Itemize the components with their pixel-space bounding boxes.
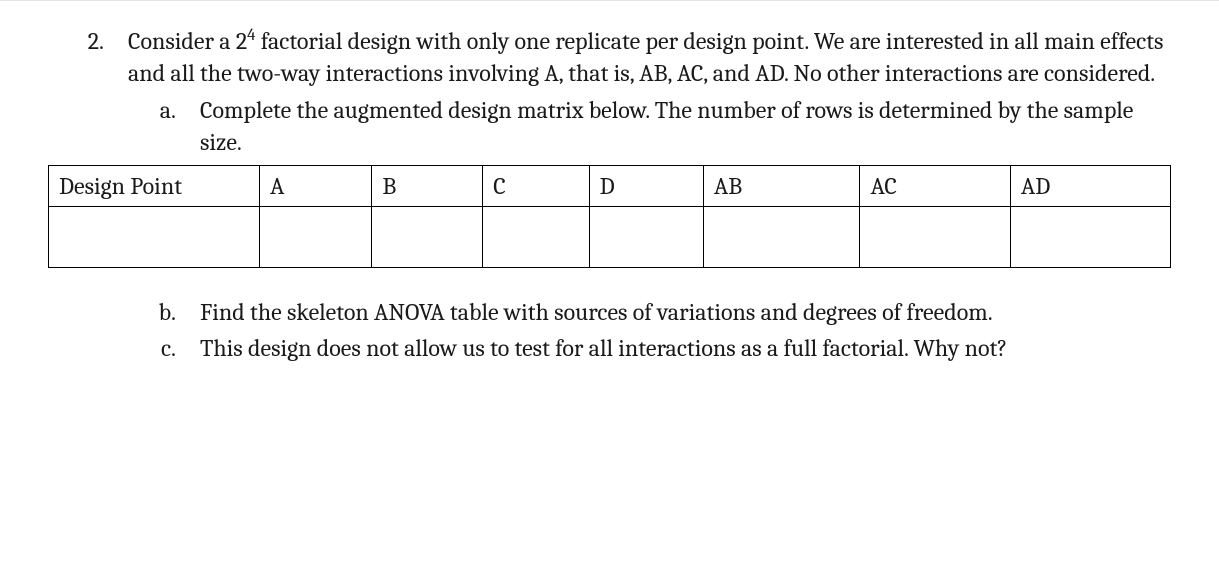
table-header-row: Design Point A B C D AB AC AD xyxy=(49,165,1171,206)
empty-cell xyxy=(49,206,260,267)
empty-cell xyxy=(703,206,860,267)
part-c-text: This design does not allow us to test fo… xyxy=(200,332,1171,364)
part-a-text: Complete the augmented design matrix bel… xyxy=(200,94,1171,159)
part-b: b. Find the skeleton ANOVA table with so… xyxy=(136,296,1171,328)
document-page: 2. Consider a 24 factorial design with o… xyxy=(0,0,1219,409)
col-a: A xyxy=(260,165,372,206)
part-a: a. Complete the augmented design matrix … xyxy=(136,94,1171,159)
part-c-marker: c. xyxy=(136,332,200,364)
question-text: Consider a 24 factorial design with only… xyxy=(128,25,1171,90)
col-ac: AC xyxy=(860,165,1010,206)
empty-cell xyxy=(260,206,372,267)
col-d: D xyxy=(589,165,703,206)
col-ad: AD xyxy=(1010,165,1170,206)
col-design-point: Design Point xyxy=(49,165,260,206)
part-b-text: Find the skeleton ANOVA table with sourc… xyxy=(200,296,1171,328)
empty-cell xyxy=(372,206,483,267)
question-item: 2. Consider a 24 factorial design with o… xyxy=(48,25,1171,90)
part-b-marker: b. xyxy=(136,296,200,328)
empty-cell xyxy=(860,206,1010,267)
empty-cell xyxy=(589,206,703,267)
question-number: 2. xyxy=(48,25,128,90)
sub-parts: a. Complete the augmented design matrix … xyxy=(48,94,1171,159)
part-c: c. This design does not allow us to test… xyxy=(136,332,1171,364)
question-text-prefix: Consider a 2 xyxy=(128,27,247,55)
col-b: B xyxy=(372,165,483,206)
sub-parts-continued: b. Find the skeleton ANOVA table with so… xyxy=(48,296,1171,365)
design-matrix-table: Design Point A B C D AB AC AD xyxy=(48,165,1171,268)
col-c: C xyxy=(483,165,589,206)
col-ab: AB xyxy=(703,165,860,206)
part-a-marker: a. xyxy=(136,94,200,159)
empty-cell xyxy=(1010,206,1170,267)
table-empty-row xyxy=(49,206,1171,267)
empty-cell xyxy=(483,206,589,267)
question-text-suffix: factorial design with only one replicate… xyxy=(128,27,1163,87)
